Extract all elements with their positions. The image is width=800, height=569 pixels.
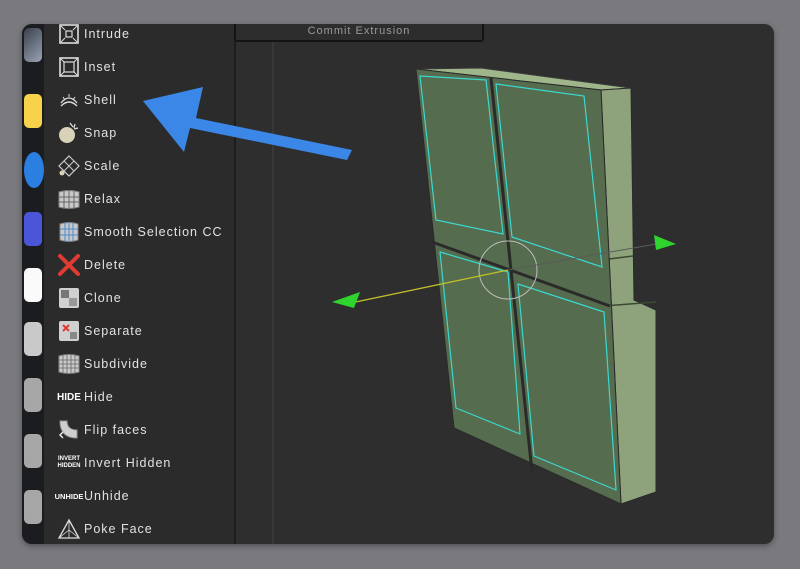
gear-icon[interactable] [24,490,42,524]
tool-inset[interactable]: Inset [56,54,116,80]
tool-label: Scale [84,159,121,173]
tool-intrude[interactable]: Intrude [56,24,130,47]
separate-icon [56,318,82,344]
app-window: Intrude Inset Shell Snap Scale Relax Smo… [22,24,774,544]
relax-icon [56,186,82,212]
tool-relax[interactable]: Relax [56,186,121,212]
tool-label: Invert Hidden [84,456,172,470]
poke-face-icon [56,516,82,542]
dock [22,24,44,544]
axis-arrow-right[interactable] [654,235,676,250]
tool-label: Shell [84,93,117,107]
gear-icon[interactable] [24,434,42,468]
close-icon [56,252,82,278]
tool-poke-face[interactable]: Poke Face [56,516,153,542]
inset-icon [56,54,82,80]
tool-shell[interactable]: Shell [56,87,117,113]
snap-icon [56,120,82,146]
dock-app-icon[interactable] [24,212,42,246]
tool-label: Subdivide [84,357,148,371]
gear-icon[interactable] [24,378,42,412]
viewport-canvas [272,24,676,544]
tool-label: Inset [84,60,117,74]
tool-label: Separate [84,324,143,338]
tool-separate[interactable]: Separate [56,318,143,344]
tool-label: Smooth Selection CC [84,225,223,239]
tool-unhide[interactable]: UNHIDE Unhide [54,483,130,509]
tool-label: Intrude [84,27,130,41]
smooth-selection-icon [56,219,82,245]
tool-label: Relax [84,192,121,206]
invert-hidden-icon: INVERT HIDDEN [57,456,81,469]
clone-icon [56,285,82,311]
commit-extrusion-button[interactable]: Commit Extrusion [234,24,484,42]
intrude-icon [56,24,82,47]
tool-delete[interactable]: Delete [56,252,126,278]
shell-icon [56,87,82,113]
3d-viewport[interactable] [236,24,774,544]
unhide-icon: UNHIDE [54,491,84,501]
tool-label: Clone [84,291,122,305]
dock-app-icon[interactable] [24,152,44,188]
tool-label: Flip faces [84,423,148,437]
tool-smooth-selection-cc[interactable]: Smooth Selection CC [56,219,223,245]
dock-app-icon[interactable] [24,268,42,302]
subdivide-icon [56,351,82,377]
axis-arrow-left[interactable] [332,292,360,308]
notes-app-icon[interactable] [24,94,42,128]
tool-subdivide[interactable]: Subdivide [56,351,148,377]
tool-clone[interactable]: Clone [56,285,122,311]
tool-snap[interactable]: Snap [56,120,117,146]
tool-label: Hide [84,390,114,404]
tool-scale[interactable]: Scale [56,153,120,179]
tool-panel: Intrude Inset Shell Snap Scale Relax Smo… [44,24,236,544]
tool-label: Poke Face [84,522,153,536]
tool-flip-faces[interactable]: Flip faces [56,417,148,443]
flip-faces-icon [56,417,82,443]
tool-hide[interactable]: HIDE Hide [56,384,114,410]
tool-label: Snap [84,126,118,140]
hide-icon: HIDE [57,391,81,403]
magnifier-app-icon[interactable] [24,322,42,356]
dock-app-icon[interactable] [24,28,42,62]
tool-label: Delete [84,258,127,272]
scale-icon [56,153,82,179]
tool-invert-hidden[interactable]: INVERT HIDDEN Invert Hidden [56,450,171,476]
tool-label: Unhide [84,489,130,503]
